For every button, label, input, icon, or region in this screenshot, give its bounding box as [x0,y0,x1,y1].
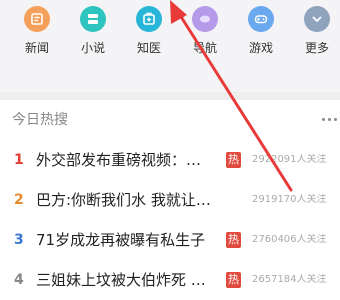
quick-nav-label: 小说 [80,41,105,55]
quick-nav-news[interactable]: 新闻 [9,6,65,66]
rank-number: 3 [14,232,24,248]
follower-count: 2760406人关注 [252,234,327,245]
quick-nav-novel[interactable]: 小说 [65,6,121,66]
quick-nav-label: 导航 [192,41,217,55]
rank-number: 1 [14,152,24,168]
quick-nav-row: 新闻 小说 知医 导航 游戏 更多 [0,6,340,66]
hot-search-title-text: 三姐妹上坟被大伯炸死 … [36,271,206,289]
quick-nav-more[interactable]: 更多 [289,6,340,66]
news-icon [24,6,50,32]
quick-nav-label: 更多 [304,41,329,55]
hot-search-title-text: 外交部发布重磅视频：… [36,151,202,169]
chevron-down-icon [304,6,330,32]
quick-nav-games[interactable]: 游戏 [233,6,289,66]
hot-badge: 热 [226,152,241,168]
follower-count: 2922091人关注 [252,154,327,165]
hot-search-item[interactable]: 4 三姐妹上坟被大伯炸死 … 热 2657184人关注 [0,260,340,300]
section-divider [0,92,340,100]
quick-nav-label: 新闻 [24,41,49,55]
quick-nav-label: 游戏 [248,41,273,55]
navigation-icon [192,6,218,32]
quick-nav-navigation[interactable]: 导航 [177,6,233,66]
gamepad-icon [248,6,274,32]
quick-nav-panel: 新闻 小说 知医 导航 游戏 更多 [0,0,340,92]
hot-search-title-text: 71岁成龙再被曝有私生子 [36,231,206,249]
hot-badge: 热 [226,232,241,248]
book-icon [80,6,106,32]
more-options-icon[interactable] [322,118,340,124]
hot-badge: 热 [226,272,241,288]
rank-number: 4 [14,272,24,288]
quick-nav-medical[interactable]: 知医 [121,6,177,66]
medical-icon [136,6,162,32]
quick-nav-label: 知医 [136,41,161,55]
hot-search-item[interactable]: 3 71岁成龙再被曝有私生子 热 2760406人关注 [0,220,340,260]
follower-count: 2657184人关注 [252,274,327,285]
rank-number: 2 [14,192,24,208]
hot-search-title-text: 巴方:你断我们水 我就让… [36,191,211,209]
hot-search-item[interactable]: 1 外交部发布重磅视频：… 热 2922091人关注 [0,140,340,180]
hot-search-item[interactable]: 2 巴方:你断我们水 我就让… 2919170人关注 [0,180,340,220]
follower-count: 2919170人关注 [252,194,327,205]
hot-search-title: 今日热搜 [12,112,68,128]
